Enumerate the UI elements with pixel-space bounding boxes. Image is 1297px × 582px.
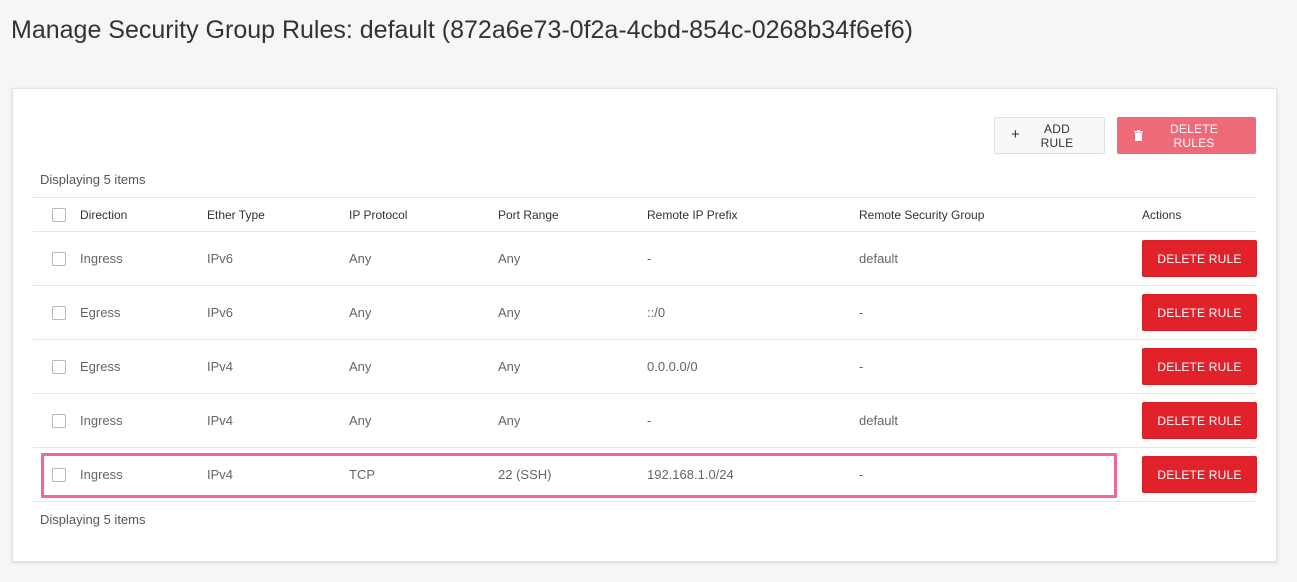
- cell-direction: Ingress: [80, 447, 207, 502]
- cell-actions: DELETE RULE: [1134, 447, 1257, 502]
- header-actions: Actions: [1134, 197, 1257, 232]
- delete-rule-button[interactable]: DELETE RULE: [1142, 294, 1257, 331]
- cell-port-range: Any: [498, 285, 647, 340]
- cell-actions: DELETE RULE: [1134, 393, 1257, 448]
- cell-remote-ip-prefix: -: [647, 231, 859, 286]
- cell-remote-ip-prefix: -: [647, 393, 859, 448]
- header-remote-ip-prefix: Remote IP Prefix: [647, 197, 859, 232]
- cell-ip-protocol: Any: [349, 231, 498, 286]
- row-checkbox[interactable]: [52, 359, 66, 374]
- page-title: Manage Security Group Rules: default (87…: [11, 16, 913, 44]
- cell-remote-security-group: default: [859, 231, 1134, 286]
- delete-rules-button[interactable]: DELETE RULES: [1117, 117, 1256, 154]
- security-group-rules-panel: + ADD RULE DELETE RULES Displaying 5 ite…: [12, 88, 1277, 562]
- table-row: Ingress IPv4 TCP 22 (SSH) 192.168.1.0/24…: [33, 447, 1257, 502]
- cell-actions: DELETE RULE: [1134, 285, 1257, 340]
- cell-remote-ip-prefix: ::/0: [647, 285, 859, 340]
- cell-remote-security-group: default: [859, 393, 1134, 448]
- table-row: Ingress IPv6 Any Any - default DELETE RU…: [33, 231, 1257, 286]
- select-all-checkbox[interactable]: [52, 207, 66, 222]
- plus-icon: +: [1011, 126, 1020, 143]
- row-checkbox[interactable]: [52, 467, 66, 482]
- table-toolbar: + ADD RULE DELETE RULES: [994, 117, 1256, 154]
- cell-port-range: Any: [498, 339, 647, 394]
- cell-remote-ip-prefix: 0.0.0.0/0: [647, 339, 859, 394]
- row-checkbox[interactable]: [52, 305, 66, 320]
- cell-port-range: Any: [498, 231, 647, 286]
- header-ether-type: Ether Type: [207, 197, 349, 232]
- cell-remote-security-group: -: [859, 447, 1134, 502]
- cell-remote-security-group: -: [859, 285, 1134, 340]
- table-header-row: Direction Ether Type IP Protocol Port Ra…: [33, 197, 1257, 232]
- table-row: Egress IPv6 Any Any ::/0 - DELETE RULE: [33, 285, 1257, 340]
- trash-icon: [1134, 130, 1143, 141]
- cell-direction: Ingress: [80, 393, 207, 448]
- delete-rule-button[interactable]: DELETE RULE: [1142, 240, 1257, 277]
- cell-remote-security-group: -: [859, 339, 1134, 394]
- row-select-cell: [33, 231, 80, 286]
- header-port-range: Port Range: [498, 197, 647, 232]
- cell-ether-type: IPv4: [207, 393, 349, 448]
- cell-port-range: Any: [498, 393, 647, 448]
- select-all-cell: [33, 197, 80, 232]
- row-checkbox[interactable]: [52, 251, 66, 266]
- cell-ether-type: IPv4: [207, 447, 349, 502]
- row-select-cell: [33, 339, 80, 394]
- row-select-cell: [33, 285, 80, 340]
- header-direction: Direction: [80, 197, 207, 232]
- cell-direction: Ingress: [80, 231, 207, 286]
- cell-ip-protocol: TCP: [349, 447, 498, 502]
- header-remote-security-group: Remote Security Group: [859, 197, 1134, 232]
- cell-actions: DELETE RULE: [1134, 231, 1257, 286]
- row-select-cell: [33, 393, 80, 448]
- cell-ip-protocol: Any: [349, 339, 498, 394]
- cell-direction: Egress: [80, 339, 207, 394]
- row-select-cell: [33, 447, 80, 502]
- add-rule-label: ADD RULE: [1040, 121, 1074, 150]
- header-ip-protocol: IP Protocol: [349, 197, 498, 232]
- cell-remote-ip-prefix: 192.168.1.0/24: [647, 447, 859, 502]
- table-row: Ingress IPv4 Any Any - default DELETE RU…: [33, 393, 1257, 448]
- table-row: Egress IPv4 Any Any 0.0.0.0/0 - DELETE R…: [33, 339, 1257, 394]
- add-rule-button[interactable]: + ADD RULE: [994, 117, 1105, 154]
- delete-rule-button[interactable]: DELETE RULE: [1142, 402, 1257, 439]
- cell-port-range: 22 (SSH): [498, 447, 647, 502]
- cell-ether-type: IPv6: [207, 231, 349, 286]
- delete-rule-button[interactable]: DELETE RULE: [1142, 348, 1257, 385]
- cell-ether-type: IPv6: [207, 285, 349, 340]
- delete-rules-label: DELETE RULES: [1170, 121, 1218, 150]
- cell-actions: DELETE RULE: [1134, 339, 1257, 394]
- rules-table: Direction Ether Type IP Protocol Port Ra…: [33, 197, 1257, 502]
- cell-direction: Egress: [80, 285, 207, 340]
- cell-ip-protocol: Any: [349, 285, 498, 340]
- items-count-bottom: Displaying 5 items: [40, 512, 146, 527]
- delete-rule-button[interactable]: DELETE RULE: [1142, 456, 1257, 493]
- cell-ip-protocol: Any: [349, 393, 498, 448]
- cell-ether-type: IPv4: [207, 339, 349, 394]
- row-checkbox[interactable]: [52, 413, 66, 428]
- items-count-top: Displaying 5 items: [40, 172, 146, 187]
